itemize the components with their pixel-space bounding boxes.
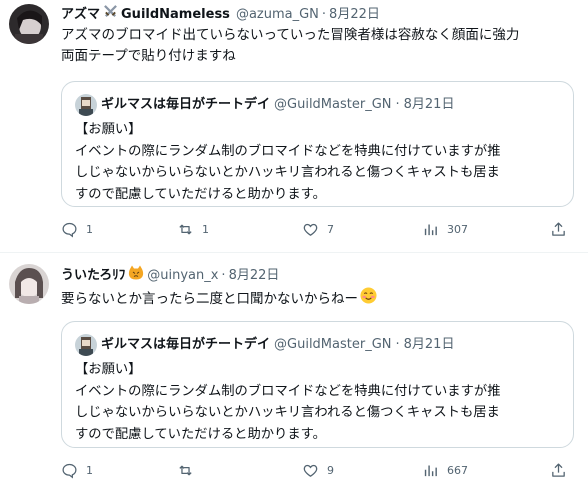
- share-icon: [552, 463, 565, 477]
- tweet-text: アズマのブロマイド出ていらないっていった冒険者様は容赦なく顔面に強力 両面テープ…: [61, 25, 580, 67]
- views-count: 667: [447, 464, 468, 477]
- like-button[interactable]: 7: [302, 221, 334, 238]
- retweet-icon: [179, 224, 192, 235]
- reply-icon: [62, 222, 77, 238]
- quoted-tweet-header: ギルマスは毎日がチートデイ @GuildMaster_GN · 8月21日: [75, 94, 454, 116]
- quoted-text-line: イベントの際にランダム制のブロマイドなどを特典に付けていますが推: [75, 143, 501, 159]
- quoted-text-line: すので配慮していただけると助かります。: [75, 426, 326, 442]
- tweet-text-line: アズマのブロマイド出ていらないっていった冒険者様は容赦なく顔面に強力: [61, 27, 520, 43]
- like-count: 7: [327, 223, 334, 236]
- avatar-photo: [9, 264, 49, 304]
- share-icon: [552, 222, 565, 236]
- quoted-text-line: イベントの際にランダム制のブロマイドなどを特典に付けていますが推: [75, 383, 501, 399]
- retweet-icon: [179, 465, 192, 476]
- avatar[interactable]: [9, 264, 49, 304]
- heart-icon: [303, 223, 318, 236]
- quoted-avatar: [75, 94, 97, 116]
- quoted-separator: ·: [395, 97, 400, 112]
- quoted-handle: @GuildMaster_GN: [274, 97, 392, 112]
- views-button[interactable]: 667: [422, 462, 468, 479]
- heart-icon: [303, 464, 318, 477]
- views-count: 307: [447, 223, 468, 236]
- timestamp[interactable]: 8月22日: [329, 6, 380, 24]
- quoted-text-line: 【お願い】: [75, 362, 142, 377]
- timestamp[interactable]: 8月22日: [229, 267, 280, 285]
- display-name[interactable]: ういたろﾘﾌ: [61, 267, 125, 285]
- reply-count: 1: [86, 464, 93, 477]
- share-button[interactable]: [550, 221, 567, 238]
- quoted-separator: ·: [395, 337, 400, 352]
- reply-count: 1: [86, 223, 93, 236]
- like-count: 9: [327, 464, 334, 477]
- quoted-handle: @GuildMaster_GN: [274, 337, 392, 352]
- tweet-text-line: 要らないとか言ったら二度と口聞かないからねー: [61, 290, 358, 307]
- display-name-suffix[interactable]: GuildNameless: [121, 6, 230, 24]
- reply-icon: [62, 463, 77, 479]
- tweet-actions: 1 1 7 307: [61, 221, 581, 241]
- quoted-tweet[interactable]: ギルマスは毎日がチートデイ @GuildMaster_GN · 8月21日 【お…: [61, 321, 574, 448]
- crossed-swords-icon: [103, 4, 118, 25]
- crying-cat-emoji-icon: [128, 265, 144, 286]
- views-button[interactable]: 307: [422, 221, 468, 238]
- tweet-2[interactable]: ういたろﾘﾌ @uinyan_x · 8月22日 要らないとか言ったら二度と口聞…: [0, 253, 588, 493]
- quoted-text-line: しじゃないからいらないとかハッキリ言われると傷つくキャストも居ま: [75, 165, 500, 180]
- avatar-photo: [9, 4, 49, 44]
- quoted-text-line: しじゃないからいらないとかハッキリ言われると傷つくキャストも居ま: [75, 405, 500, 420]
- handle[interactable]: @uinyan_x: [147, 267, 218, 285]
- quoted-display-name: ギルマスは毎日がチートデイ: [101, 337, 271, 352]
- avatar[interactable]: [9, 4, 49, 44]
- tweet-header: アズマ GuildNameless @azuma_GN · 8月22日: [61, 4, 380, 25]
- reply-button[interactable]: 1: [61, 221, 93, 238]
- reply-button[interactable]: 1: [61, 462, 93, 479]
- tweet-actions: 1 9 667: [61, 462, 581, 482]
- quoted-tweet-text: 【お願い】 イベントの際にランダム制のブロマイドなどを特典に付けていますが推 し…: [75, 359, 563, 445]
- smiling-face-emoji-icon: [360, 287, 377, 311]
- quoted-avatar: [75, 334, 97, 356]
- tweet-1[interactable]: アズマ GuildNameless @azuma_GN · 8月22日 アズマの…: [0, 0, 588, 252]
- views-chart-icon: [424, 224, 437, 236]
- tweet-header: ういたろﾘﾌ @uinyan_x · 8月22日: [61, 265, 279, 286]
- retweet-button[interactable]: 1: [177, 221, 209, 238]
- quoted-tweet-text: 【お願い】 イベントの際にランダム制のブロマイドなどを特典に付けていますが推 し…: [75, 119, 563, 205]
- tweet-text: 要らないとか言ったら二度と口聞かないからねー: [61, 287, 580, 311]
- tweet-text-line: 両面テープで貼り付けますね: [61, 48, 236, 64]
- quoted-text-line: すので配慮していただけると助かります。: [75, 186, 326, 202]
- retweet-count: 1: [202, 223, 209, 236]
- separator: ·: [321, 6, 327, 22]
- separator: ·: [221, 267, 226, 283]
- share-button[interactable]: [550, 462, 567, 479]
- quoted-timestamp: 8月21日: [403, 97, 455, 112]
- quoted-tweet-header: ギルマスは毎日がチートデイ @GuildMaster_GN · 8月21日: [75, 334, 454, 356]
- quoted-tweet[interactable]: ギルマスは毎日がチートデイ @GuildMaster_GN · 8月21日 【お…: [61, 81, 574, 207]
- quoted-display-name: ギルマスは毎日がチートデイ: [101, 97, 271, 112]
- like-button[interactable]: 9: [302, 462, 334, 479]
- quoted-text-line: 【お願い】: [75, 122, 142, 137]
- display-name[interactable]: アズマ: [61, 6, 100, 24]
- handle[interactable]: @azuma_GN: [236, 6, 319, 24]
- views-chart-icon: [424, 465, 437, 477]
- quoted-timestamp: 8月21日: [403, 337, 455, 352]
- retweet-button[interactable]: [177, 462, 202, 479]
